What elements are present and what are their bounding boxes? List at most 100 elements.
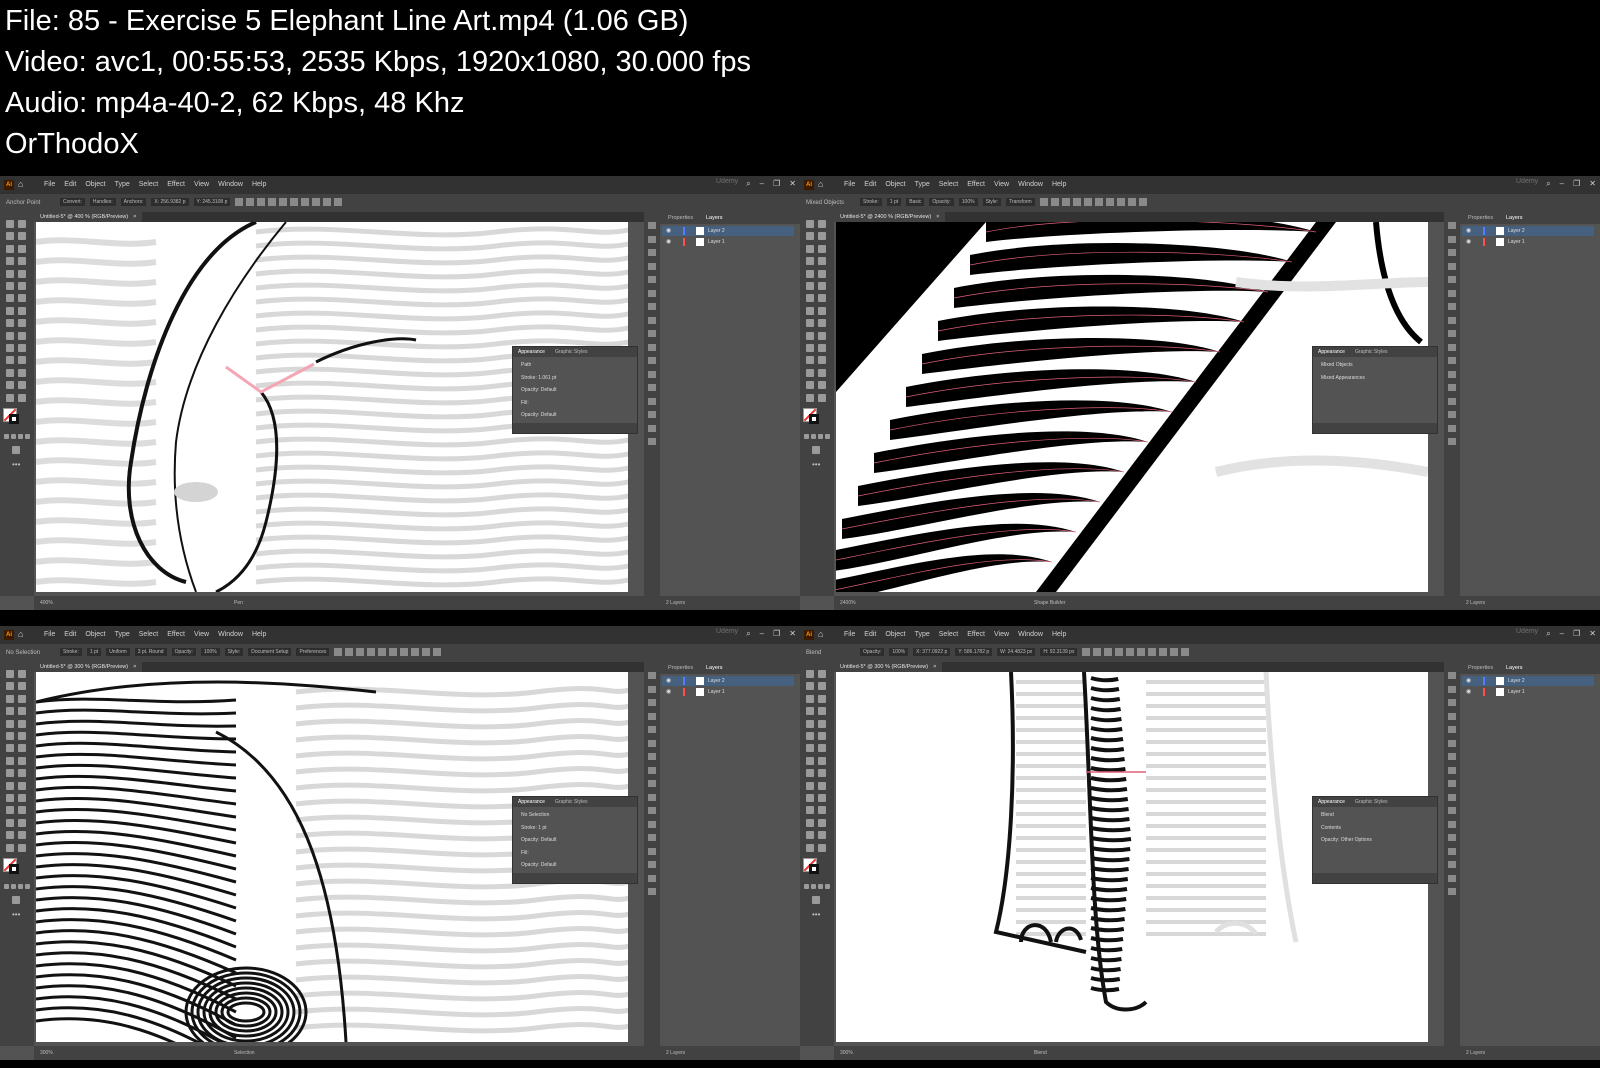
visibility-eye-icon[interactable]: ◉ [1466,239,1472,245]
graph-tool-icon[interactable] [18,818,26,827]
free-transform-icon[interactable] [818,769,826,778]
scale-tool-icon[interactable] [18,306,26,315]
align-icon[interactable] [422,648,431,656]
menu-item-file[interactable]: File [44,181,55,188]
panel-toggle-icon[interactable] [1448,861,1456,868]
scissors-icon[interactable] [18,744,26,753]
control-field[interactable]: Style: [982,198,1002,206]
align-icon[interactable] [1116,198,1125,206]
panel-toggle-icon[interactable] [1448,235,1456,243]
drawing-mode-icon[interactable] [811,884,816,889]
pencil-icon[interactable] [818,732,826,740]
appearance-row[interactable]: Opacity: Default [521,410,631,420]
shaper-tool-icon[interactable] [6,282,14,290]
tab-appearance[interactable]: Appearance [518,799,545,805]
panel-toggle-icon[interactable] [648,330,656,337]
drawing-mode-icon[interactable] [4,884,9,889]
panel-toggle-icon[interactable] [648,424,656,432]
control-field[interactable]: Stroke: [60,648,82,656]
lasso-icon[interactable] [18,682,26,691]
tab-layers[interactable]: Layers [706,665,723,671]
lasso-icon[interactable] [18,232,26,241]
menu-item-effect[interactable]: Effect [167,631,185,638]
zoom-level[interactable]: 400% [40,600,53,606]
tab-layers[interactable]: Layers [1506,215,1523,221]
menu-item-select[interactable]: Select [939,181,958,188]
panel-toggle-icon[interactable] [1448,330,1456,337]
blend-tool-icon[interactable] [818,806,826,815]
eraser-icon[interactable] [806,294,814,303]
align-icon[interactable] [367,648,376,656]
layer-name[interactable]: Layer 2 [708,226,725,236]
panel-toggle-icon[interactable] [648,384,656,391]
stroke-swatch[interactable] [9,864,19,874]
pencil-icon[interactable] [18,732,26,740]
curvature-tool-icon[interactable] [818,244,826,253]
control-field[interactable]: 100% [889,648,909,656]
menu-item-file[interactable]: File [844,631,855,638]
control-field[interactable]: 100% [200,648,220,656]
panel-toggle-icon[interactable] [1448,807,1456,814]
visibility-eye-icon[interactable]: ◉ [1466,678,1472,684]
direct-selection-tool-icon[interactable] [818,670,826,678]
visibility-eye-icon[interactable]: ◉ [666,239,672,245]
panel-toggle-icon[interactable] [648,888,656,895]
align-icon[interactable] [1127,198,1136,206]
menu-item-help[interactable]: Help [252,181,266,188]
panel-toggle-icon[interactable] [1448,766,1456,774]
panel-toggle-icon[interactable] [648,672,656,679]
menu-item-edit[interactable]: Edit [64,181,76,188]
selection-tool-icon[interactable] [6,220,14,228]
panel-toggle-icon[interactable] [1448,699,1456,706]
align-icon[interactable] [1082,648,1091,656]
appearance-row[interactable]: Blend [1321,810,1431,820]
panel-toggle-icon[interactable] [1448,438,1456,445]
rectangle-tool-icon[interactable] [806,719,814,728]
width-tool-icon[interactable] [806,769,814,778]
free-transform-icon[interactable] [818,319,826,328]
panel-toggle-icon[interactable] [1448,834,1456,841]
pen-tool-icon[interactable] [806,694,814,703]
tab-close-icon[interactable]: × [133,664,136,670]
minimize-icon[interactable]: – [760,629,764,638]
panel-toggle-icon[interactable] [1448,262,1456,270]
layer-name[interactable]: Layer 2 [1508,676,1525,686]
drawing-mode-icon[interactable] [804,434,809,439]
tab-graphic-styles[interactable]: Graphic Styles [555,799,588,805]
screen-mode-icon[interactable] [12,896,20,904]
align-icon[interactable] [345,648,354,656]
control-field[interactable]: Opacity: [929,198,954,206]
scale-tool-icon[interactable] [818,756,826,765]
menu-item-view[interactable]: View [994,181,1009,188]
panel-toggle-icon[interactable] [648,685,656,693]
visibility-eye-icon[interactable]: ◉ [1466,689,1472,695]
menu-item-effect[interactable]: Effect [167,181,185,188]
rotate-tool-icon[interactable] [806,756,814,765]
zoom-level[interactable]: 2400% [840,600,856,606]
free-transform-icon[interactable] [18,319,26,328]
zoom-tool-icon[interactable] [18,393,26,402]
control-field[interactable]: Uniform [106,648,130,656]
menu-item-object[interactable]: Object [885,181,905,188]
scale-tool-icon[interactable] [818,306,826,315]
layer-row[interactable]: ◉ Layer 2 [1462,676,1594,686]
slice-tool-icon[interactable] [18,831,26,840]
stroke-swatch[interactable] [809,864,819,874]
close-icon[interactable]: ✕ [1589,629,1596,638]
drawing-mode-icon[interactable] [811,434,816,439]
align-icon[interactable] [334,648,343,656]
panel-toggle-icon[interactable] [648,303,656,310]
menu-item-window[interactable]: Window [218,181,243,188]
align-icon[interactable] [1148,648,1157,656]
pencil-icon[interactable] [818,282,826,290]
panel-toggle-icon[interactable] [1448,739,1456,747]
scissors-icon[interactable] [818,744,826,753]
drawing-mode-icon[interactable] [4,434,9,439]
panel-toggle-icon[interactable] [648,780,656,787]
selection-tool-icon[interactable] [806,670,814,678]
appearance-row[interactable]: Path [521,360,631,370]
control-field[interactable]: Anchors: [120,198,147,206]
tab-properties[interactable]: Properties [668,215,693,221]
tab-properties[interactable]: Properties [1468,665,1493,671]
align-icon[interactable] [290,198,299,206]
